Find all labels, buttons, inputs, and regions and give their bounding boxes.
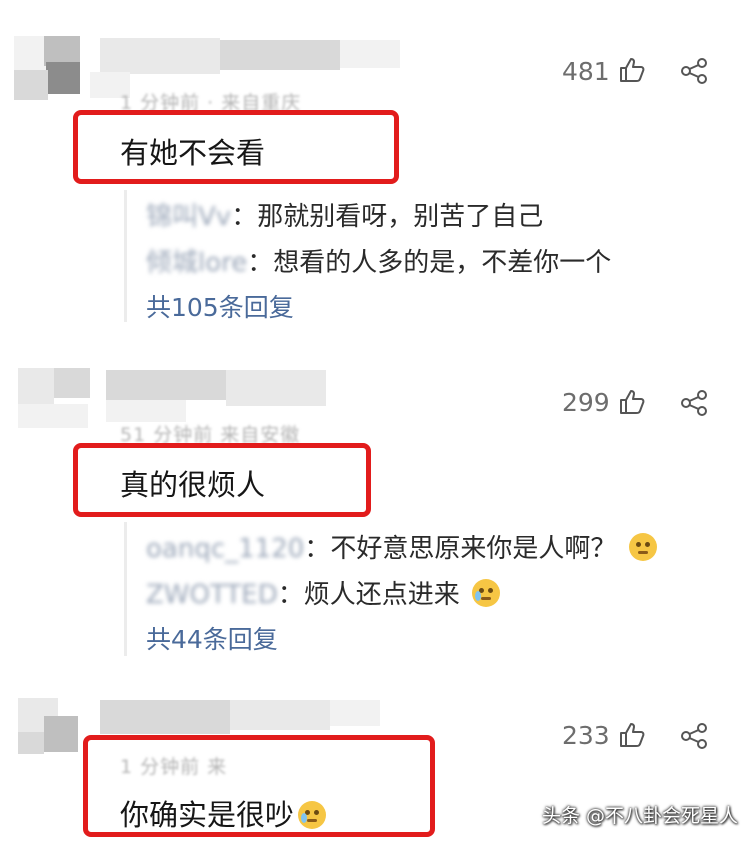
reply-text: 烦人还点进来 — [303, 580, 460, 610]
watermark: 头条 @不八卦会死星人 — [541, 805, 738, 827]
reply-item[interactable]: 锦叫Vv：那就别看呀，别苦了自己 — [146, 196, 543, 233]
like-icon[interactable] — [618, 388, 646, 416]
like-icon[interactable] — [618, 721, 646, 749]
reply-item[interactable]: ZWOTTED：烦人还点进来 — [146, 574, 501, 611]
reply-item[interactable]: oanqc_1120：不好意思原来你是人啊？ — [146, 528, 657, 565]
highlight-box — [73, 443, 371, 517]
reply-username[interactable]: 倾城lore — [146, 242, 247, 279]
share-icon[interactable] — [680, 722, 708, 750]
reply-text: 想看的人多的是，不差你一个 — [273, 248, 612, 278]
like-icon[interactable] — [618, 56, 646, 84]
reply-text: 那就别看呀，别苦了自己 — [257, 202, 544, 232]
highlight-box — [83, 735, 435, 837]
share-icon[interactable] — [680, 57, 708, 85]
like-count: 233 — [562, 721, 610, 750]
reply-item[interactable]: 倾城lore：想看的人多的是，不差你一个 — [146, 242, 611, 279]
reply-divider — [124, 190, 127, 322]
crying-emoji-icon — [472, 579, 501, 607]
like-count: 299 — [562, 388, 610, 417]
reply-username[interactable]: 锦叫Vv — [146, 196, 231, 233]
reply-username[interactable]: oanqc_1120 — [146, 534, 304, 564]
reply-divider — [124, 522, 127, 656]
like-count: 481 — [562, 57, 610, 86]
view-replies-link[interactable]: 共44条回复 — [146, 620, 278, 656]
share-icon[interactable] — [680, 389, 708, 417]
thinking-emoji-icon — [628, 533, 657, 561]
highlight-box — [73, 110, 399, 184]
reply-username[interactable]: ZWOTTED — [146, 580, 278, 610]
view-replies-link[interactable]: 共105条回复 — [146, 288, 294, 324]
reply-text: 不好意思原来你是人啊？ — [330, 534, 617, 564]
